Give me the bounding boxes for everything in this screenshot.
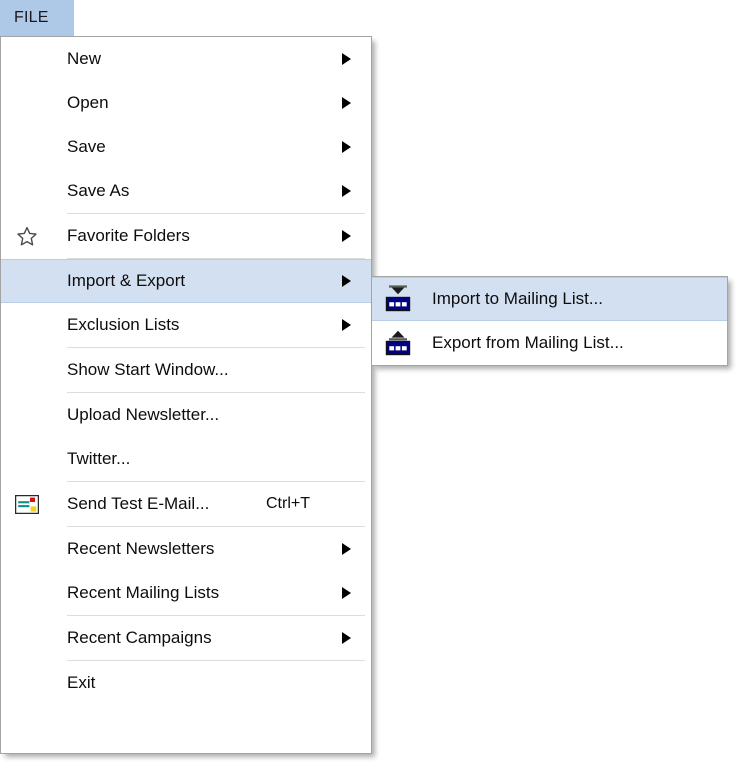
menu-item-label: Favorite Folders xyxy=(67,226,190,245)
menu-item-label: Exclusion Lists xyxy=(67,315,180,334)
menu-item-label: Save xyxy=(67,137,106,156)
menu-item-label: Show Start Window... xyxy=(67,360,229,379)
menu-item-shortcut: Ctrl+T xyxy=(266,495,310,512)
submenu-arrow-icon xyxy=(342,97,351,109)
file-menu-panel: New Open Save Save As Favorite Folders Import… xyxy=(0,36,372,754)
mail-icon xyxy=(12,491,42,517)
menu-item[interactable]: Show Start Window... xyxy=(1,348,371,392)
menu-item[interactable]: Exclusion Lists xyxy=(1,303,371,347)
menu-item[interactable]: Send Test E-Mail... Ctrl+T xyxy=(1,482,371,526)
menu-item-label: Import to Mailing List... xyxy=(432,289,604,308)
menu-item-label: Twitter... xyxy=(67,449,131,468)
menu-item-label: New xyxy=(67,49,102,68)
submenu-arrow-icon xyxy=(342,632,351,644)
submenu-arrow-icon xyxy=(342,319,351,331)
submenu-arrow-icon xyxy=(342,185,351,197)
menu-item[interactable]: Favorite Folders xyxy=(1,214,371,258)
menu-item-label: Recent Campaigns xyxy=(67,628,212,647)
submenu-arrow-icon xyxy=(342,141,351,153)
menu-item[interactable]: Recent Mailing Lists xyxy=(1,571,371,615)
menu-item-label: Open xyxy=(67,93,109,112)
menu-item[interactable]: Open xyxy=(1,81,371,125)
submenu-arrow-icon xyxy=(342,230,351,242)
menu-item-label: Import & Export xyxy=(67,271,186,290)
menu-item-label: Upload Newsletter... xyxy=(67,405,220,424)
export-table-icon xyxy=(381,328,415,358)
menu-item-label: Send Test E-Mail... xyxy=(67,494,210,513)
menu-item-label: Exit xyxy=(67,673,96,692)
star-icon xyxy=(12,223,42,249)
menu-item[interactable]: Save As xyxy=(1,169,371,213)
menu-item[interactable]: Recent Newsletters xyxy=(1,527,371,571)
import-table-icon xyxy=(381,284,415,314)
menu-item[interactable]: New xyxy=(1,37,371,81)
menu-item-label: Export from Mailing List... xyxy=(432,333,624,352)
menu-item[interactable]: Save xyxy=(1,125,371,169)
submenu-arrow-icon xyxy=(342,543,351,555)
menu-item[interactable]: Recent Campaigns xyxy=(1,616,371,660)
menu-item-label: Recent Mailing Lists xyxy=(67,583,220,602)
menu-item-label: Save As xyxy=(67,181,130,200)
menu-item[interactable]: Import & Export xyxy=(1,259,371,303)
menu-item[interactable]: Twitter... xyxy=(1,437,371,481)
submenu-arrow-icon xyxy=(342,275,351,287)
menu-item[interactable]: Upload Newsletter... xyxy=(1,393,371,437)
menu-item[interactable]: Import to Mailing List... xyxy=(372,277,727,321)
import-export-submenu-panel: Import to Mailing List... Export from Mai… xyxy=(371,276,728,366)
file-tab-label: FILE xyxy=(14,9,49,26)
menu-item[interactable]: Export from Mailing List... xyxy=(372,321,727,365)
menu-item[interactable]: Exit xyxy=(1,661,371,705)
submenu-arrow-icon xyxy=(342,587,351,599)
menu-item-label: Recent Newsletters xyxy=(67,539,215,558)
file-tab[interactable]: FILE xyxy=(0,0,74,37)
submenu-arrow-icon xyxy=(342,53,351,65)
